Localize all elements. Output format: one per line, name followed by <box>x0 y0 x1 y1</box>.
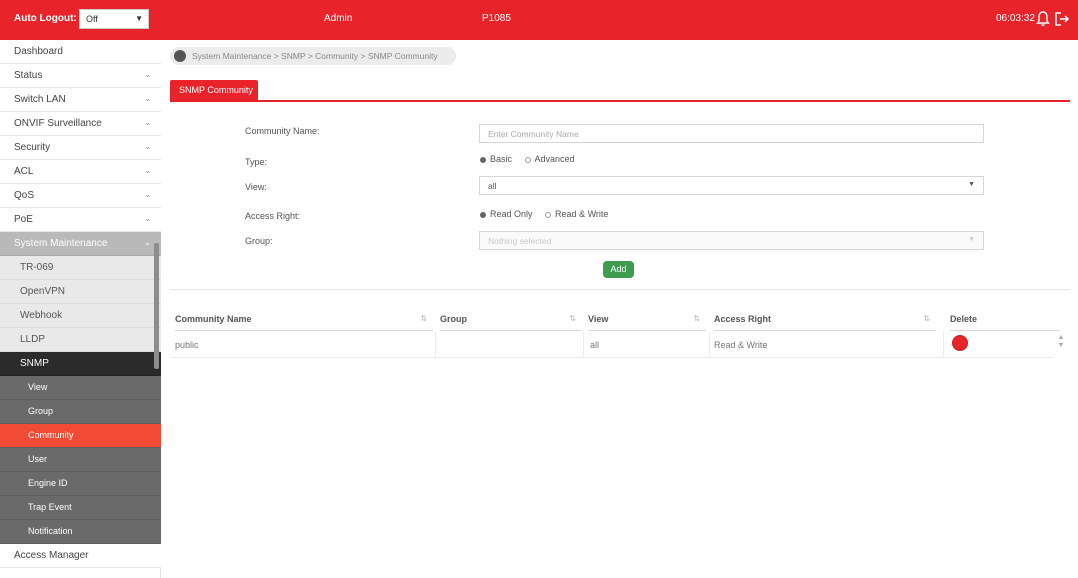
sidebar-item-tr-069[interactable]: TR-069 <box>0 256 161 280</box>
chevron-down-icon: ▼ <box>135 14 143 23</box>
view-value: all <box>488 181 497 191</box>
auto-logout-label: Auto Logout: <box>14 13 77 24</box>
view-select[interactable]: all ▼ <box>479 176 984 195</box>
column-header-community-name[interactable]: Community Name ⇅ <box>175 307 433 331</box>
community-name-input[interactable]: Enter Community Name <box>479 124 984 143</box>
tab-underline <box>170 100 1070 102</box>
sidebar-item-system-maintenance[interactable]: System Maintenance ⌄ <box>0 232 161 256</box>
column-header-group[interactable]: Group ⇅ <box>440 307 582 331</box>
sidebar-item-webhook[interactable]: Webhook <box>0 304 161 328</box>
form-divider <box>170 289 1070 290</box>
breadcrumb-text: System Maintenance > SNMP > Community > … <box>192 51 438 61</box>
sidebar-item-snmp-view[interactable]: View <box>0 376 161 400</box>
tab-snmp-community[interactable]: SNMP Community <box>170 80 258 101</box>
view-label: View: <box>245 182 267 192</box>
radio-selected-icon <box>480 156 486 163</box>
auto-logout-select[interactable]: Off ▼ <box>79 9 149 29</box>
type-label: Type: <box>245 157 268 167</box>
table-cell-group <box>436 332 584 358</box>
home-icon[interactable] <box>174 50 186 62</box>
chevron-down-icon: ⌄ <box>144 118 151 127</box>
sidebar-item-access-manager[interactable]: Access Manager <box>0 544 161 568</box>
sidebar-scrollbar[interactable] <box>154 243 159 369</box>
top-bar: Auto Logout: Off ▼ Admin P1085 06:03:32 <box>0 0 1078 40</box>
column-header-delete: Delete <box>950 307 1060 331</box>
sort-icon: ⇅ <box>569 314 576 323</box>
type-radio-group: Basic Advanced <box>480 154 585 164</box>
sidebar-item-security[interactable]: Security ⌄ <box>0 136 161 160</box>
system-clock: 06:03:32 <box>996 13 1035 24</box>
delete-button[interactable] <box>952 335 968 351</box>
radio-unselected-icon <box>524 156 531 163</box>
chevron-down-icon: ⌄ <box>144 238 151 247</box>
sidebar-item-snmp-trap-event[interactable]: Trap Event <box>0 496 161 520</box>
type-basic-radio[interactable]: Basic <box>480 154 512 164</box>
chevron-down-icon: ⌄ <box>144 166 151 175</box>
sidebar: Dashboard Status ⌄ Switch LAN ⌄ ONVIF Surv… <box>0 40 161 578</box>
access-read-write-radio[interactable]: Read & Write <box>545 209 608 219</box>
community-name-placeholder: Enter Community Name <box>488 129 579 139</box>
radio-unselected-icon <box>545 211 552 218</box>
table-scroll-arrows-icon[interactable]: ▲ ▼ <box>1057 334 1065 356</box>
auto-logout-value: Off <box>86 14 98 24</box>
group-label: Group: <box>245 236 273 246</box>
sidebar-item-snmp-engine-id[interactable]: Engine ID <box>0 472 161 496</box>
group-placeholder: Nothing selected <box>488 236 552 246</box>
type-advanced-radio[interactable]: Advanced <box>524 154 575 164</box>
sort-icon: ⇅ <box>923 314 930 323</box>
device-model: P1085 <box>482 13 511 24</box>
table-cell-access-right: Read & Write <box>710 332 944 358</box>
sort-icon: ⇅ <box>693 314 700 323</box>
chevron-down-icon: ⌄ <box>144 94 151 103</box>
sidebar-item-switch-lan[interactable]: Switch LAN ⌄ <box>0 88 161 112</box>
sidebar-item-onvif-surveillance[interactable]: ONVIF Surveillance ⌄ <box>0 112 161 136</box>
chevron-down-icon: ⌄ <box>144 190 151 199</box>
sidebar-item-openvpn[interactable]: OpenVPN <box>0 280 161 304</box>
table-cell-community-name: public <box>170 332 436 358</box>
access-read-only-radio[interactable]: Read Only <box>480 209 533 219</box>
sidebar-item-snmp-notification[interactable]: Notification <box>0 520 161 544</box>
sidebar-item-lldp[interactable]: LLDP <box>0 328 161 352</box>
chevron-down-icon: ⌄ <box>144 70 151 79</box>
sidebar-item-acl[interactable]: ACL ⌄ <box>0 160 161 184</box>
column-header-access-right[interactable]: Access Right ⇅ <box>714 307 936 331</box>
radio-selected-icon <box>480 211 486 218</box>
sort-icon: ⇅ <box>420 314 427 323</box>
logout-icon[interactable] <box>1053 10 1071 28</box>
access-right-label: Access Right: <box>245 211 301 221</box>
sidebar-item-dashboard[interactable]: Dashboard <box>0 40 161 64</box>
add-button[interactable]: Add <box>603 261 634 278</box>
bell-icon[interactable] <box>1035 10 1051 28</box>
sidebar-item-qos[interactable]: QoS ⌄ <box>0 184 161 208</box>
chevron-down-icon: ▼ <box>968 181 975 188</box>
chevron-down-icon: ⌄ <box>144 214 151 223</box>
sidebar-item-snmp-community[interactable]: Community <box>0 424 161 448</box>
sidebar-item-snmp-user[interactable]: User <box>0 448 161 472</box>
community-name-label: Community Name: <box>245 126 320 136</box>
chevron-down-icon: ⌄ <box>144 142 151 151</box>
sidebar-item-snmp[interactable]: SNMP <box>0 352 161 376</box>
sidebar-item-snmp-group[interactable]: Group <box>0 400 161 424</box>
sidebar-item-status[interactable]: Status ⌄ <box>0 64 161 88</box>
sidebar-item-poe[interactable]: PoE ⌄ <box>0 208 161 232</box>
access-right-radio-group: Read Only Read & Write <box>480 209 618 219</box>
table-cell-view: all <box>584 332 710 358</box>
breadcrumb: System Maintenance > SNMP > Community > … <box>170 47 456 65</box>
chevron-down-icon: ▼ <box>968 236 975 243</box>
column-header-view[interactable]: View ⇅ <box>588 307 706 331</box>
group-select[interactable]: Nothing selected ▼ <box>479 231 984 250</box>
user-name: Admin <box>324 13 353 24</box>
